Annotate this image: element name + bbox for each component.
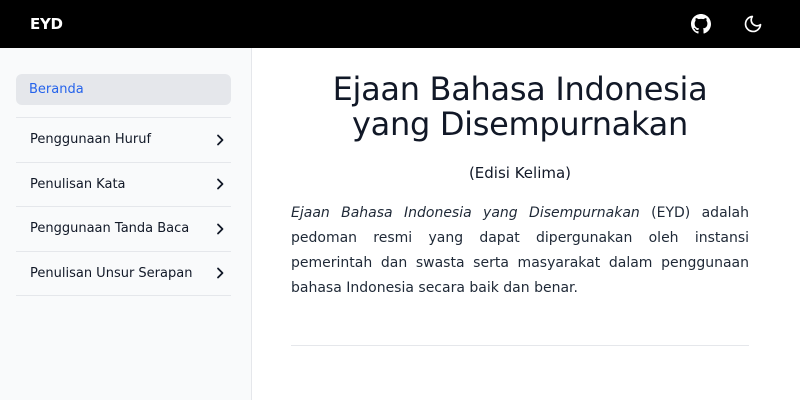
github-icon[interactable] [690, 13, 712, 35]
top-actions [690, 13, 764, 35]
brand-logo[interactable]: EYD [30, 15, 63, 33]
chevron-right-icon [213, 133, 227, 147]
page-subtitle: (Edisi Kelima) [468, 164, 572, 182]
sidebar-item-penggunaan-tanda-baca[interactable]: Penggunaan Tanda Baca [16, 207, 231, 252]
page-title: Ejaan Bahasa Indonesia yang Disempurnaka… [291, 72, 749, 142]
sidebar-item-penulisan-unsur-serapan[interactable]: Penulisan Unsur Serapan [16, 252, 231, 296]
sidebar-item-penulisan-kata[interactable]: Penulisan Kata [16, 163, 231, 207]
sidebar-item-label: Penulisan Unsur Serapan [30, 265, 193, 281]
section-divider [291, 345, 749, 346]
sidebar-item-penggunaan-huruf[interactable]: Penggunaan Huruf [16, 118, 231, 163]
intro-italic-term: Ejaan Bahasa Indonesia yang Disempurnaka… [291, 205, 640, 221]
sidebar-item-label: Penggunaan Tanda Baca [30, 221, 190, 237]
sidebar-item-label: Penulisan Kata [30, 176, 126, 192]
main-content: Ejaan Bahasa Indonesia yang Disempurnaka… [253, 48, 800, 400]
chevron-right-icon [213, 222, 227, 236]
intro-paragraph: Ejaan Bahasa Indonesia yang Disempurnaka… [291, 201, 749, 301]
chevron-right-icon [213, 266, 227, 280]
sidebar-item-label: Penggunaan Huruf [30, 132, 152, 148]
chevron-right-icon [213, 177, 227, 191]
top-navbar: EYD [0, 0, 800, 48]
page-title-line2: yang Disempurnakan [352, 105, 688, 143]
sidebar-nav-list: Penggunaan Huruf Penulisan Kata Pengguna… [16, 117, 231, 296]
page-title-line1: Ejaan Bahasa Indonesia [332, 70, 708, 108]
sidebar: Beranda Penggunaan Huruf Penulisan Kata … [0, 48, 252, 400]
sidebar-item-beranda[interactable]: Beranda [16, 74, 231, 105]
moon-icon[interactable] [742, 13, 764, 35]
